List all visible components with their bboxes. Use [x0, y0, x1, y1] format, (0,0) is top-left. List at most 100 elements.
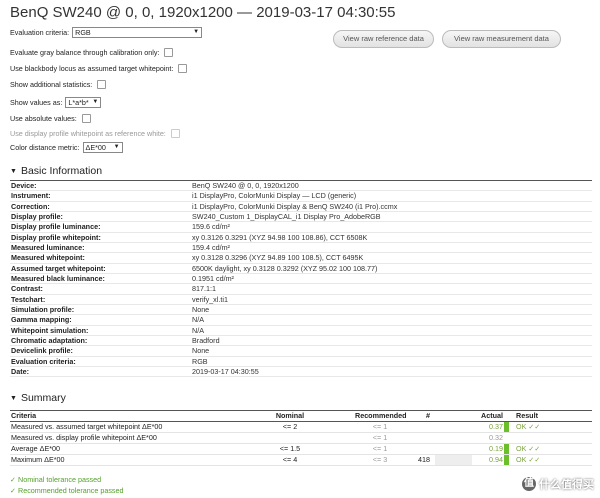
blackbody-option: Use blackbody locus as assumed target wh…	[10, 63, 188, 74]
info-value: xy 0.3128 0.3296 (XYZ 94.89 100 108.5), …	[192, 253, 364, 263]
display-profile-wp-checkbox[interactable]	[170, 129, 180, 138]
info-row: Date: 2019-03-17 04:30:55	[10, 366, 592, 378]
show-values-select[interactable]: L*a*b* ▼	[65, 97, 102, 108]
summary-heading[interactable]: ▼ Summary	[10, 392, 66, 404]
evaluation-criteria-select[interactable]: RGB ▼	[72, 27, 203, 38]
info-value: 159.4 cd/m²	[192, 242, 230, 252]
info-value: N/A	[192, 315, 204, 325]
recommended-cell: <= 1	[372, 444, 388, 453]
criteria-cell: Measured vs. display profile whitepoint …	[11, 433, 157, 442]
show-values-value: L*a*b*	[68, 98, 89, 107]
nominal-legend: ✓ Nominal tolerance passed	[10, 475, 102, 484]
chevron-down-icon: ▼	[92, 99, 99, 105]
summary-title: Summary	[20, 392, 66, 404]
info-value: verify_xl.ti1	[192, 294, 228, 304]
nominal-cell: <= 4	[282, 455, 298, 464]
result-cell: OK ✓✓	[516, 444, 541, 453]
info-row: Contrast: 817.1:1	[10, 284, 592, 295]
info-key: Gamma mapping:	[11, 315, 72, 325]
info-row: Correction: i1 DisplayPro, ColorMunki Dis…	[10, 202, 592, 212]
blackbody-checkbox[interactable]	[178, 64, 188, 73]
info-key: Display profile:	[11, 211, 63, 221]
recommended-legend: ✓ Recommended tolerance passed	[10, 486, 124, 495]
info-row: Measured black luminance: 0.1951 cd/m²	[10, 273, 592, 285]
nominal-cell: <= 1.5	[279, 444, 301, 453]
summary-row: Measured vs. display profile whitepoint …	[10, 433, 592, 444]
summary-table: Criteria Nominal Recommended # Actual Re…	[10, 410, 592, 466]
info-row: Display profile: SW240_Custom 1_DisplayCA…	[10, 211, 592, 223]
info-row: Display profile whitepoint: xy 0.3126 0.3…	[10, 233, 592, 243]
info-value: None	[192, 304, 210, 314]
info-value: 2019-03-17 04:30:55	[192, 366, 259, 376]
actual-cell: 0.19	[489, 444, 503, 453]
watermark: 值 什么值得买	[522, 476, 594, 492]
info-key: Display profile luminance:	[11, 222, 101, 232]
absolute-values-checkbox[interactable]	[81, 114, 91, 123]
summary-body: Measured vs. assumed target whitepoint Δ…	[10, 422, 592, 466]
info-key: Correction:	[11, 201, 50, 211]
info-value: 159.6 cd/m²	[192, 222, 230, 232]
chevron-down-icon: ▼	[113, 144, 120, 150]
additional-stats-option: Show additional statistics:	[10, 79, 107, 90]
info-key: Devicelink profile:	[11, 346, 73, 356]
info-key: Measured whitepoint:	[11, 253, 85, 263]
watermark-text: 什么值得买	[539, 479, 594, 491]
gray-balance-label: Evaluate gray balance through calibratio…	[10, 48, 160, 57]
info-key: Display profile whitepoint:	[11, 232, 101, 242]
color-distance-select[interactable]: ΔE*00 ▼	[82, 142, 123, 153]
result-indicator	[504, 422, 509, 432]
info-value: i1 DisplayPro, ColorMunki Display & BenQ…	[192, 201, 398, 211]
info-key: Device:	[11, 181, 37, 190]
info-value: xy 0.3126 0.3291 (XYZ 94.98 100 108.86),…	[192, 232, 368, 242]
header-criteria: Criteria	[11, 411, 37, 420]
info-row: Display profile luminance: 159.6 cd/m²	[10, 222, 592, 233]
info-row: Device: BenQ SW240 @ 0, 0, 1920x1200	[10, 181, 592, 192]
page-title: BenQ SW240 @ 0, 0, 1920x1200 — 2019-03-1…	[10, 4, 396, 21]
summary-row: Maximum ΔE*00 <= 4 <= 3 418 0.94 OK ✓✓	[10, 455, 592, 466]
criteria-cell: Measured vs. assumed target whitepoint Δ…	[11, 422, 163, 431]
info-row: Devicelink profile: None	[10, 346, 592, 357]
actual-cell: 0.94	[489, 455, 503, 464]
color-distance-label: Color distance metric:	[10, 143, 80, 152]
absolute-values-option: Use absolute values:	[10, 113, 91, 124]
info-row: Chromatic adaptation: Bradford	[10, 336, 592, 347]
info-key: Simulation profile:	[11, 304, 75, 314]
info-value: 0.1951 cd/m²	[192, 273, 234, 283]
actual-cell: 0.37	[489, 422, 503, 431]
info-row: Gamma mapping: N/A	[10, 315, 592, 326]
additional-stats-checkbox[interactable]	[97, 80, 107, 89]
info-value: 817.1:1	[192, 284, 216, 294]
view-raw-reference-button[interactable]: View raw reference data	[333, 30, 434, 48]
info-row: Measured luminance: 159.4 cd/m²	[10, 242, 592, 254]
header-result: Result	[516, 411, 538, 420]
bar-cell	[435, 433, 472, 443]
color-distance-option: Color distance metric: ΔE*00 ▼	[10, 142, 123, 153]
basic-info-table: Device: BenQ SW240 @ 0, 0, 1920x1200 Instr…	[10, 180, 592, 378]
info-row: Whitepoint simulation: N/A	[10, 326, 592, 336]
gray-balance-option: Evaluate gray balance through calibratio…	[10, 47, 174, 58]
info-key: Contrast:	[11, 284, 43, 294]
info-key: Assumed target whitepoint:	[11, 263, 106, 273]
info-value: 6500K daylight, xy 0.3128 0.3292 (XYZ 95…	[192, 263, 378, 273]
summary-row: Measured vs. assumed target whitepoint Δ…	[10, 422, 592, 433]
evaluation-criteria-label: Evaluation criteria:	[10, 28, 70, 37]
basic-info-title: Basic Information	[20, 165, 103, 177]
gray-balance-checkbox[interactable]	[164, 48, 174, 57]
basic-info-heading[interactable]: ▼ Basic Information	[10, 165, 102, 177]
criteria-cell: Maximum ΔE*00	[11, 455, 65, 464]
actual-cell: 0.32	[489, 433, 503, 442]
evaluation-criteria-option: Evaluation criteria: RGB ▼	[10, 27, 203, 38]
result-indicator	[504, 455, 509, 465]
bar-cell	[435, 455, 472, 465]
info-row: Assumed target whitepoint: 6500K daylight…	[10, 264, 592, 274]
chevron-down-icon: ▼	[193, 29, 200, 35]
bar-cell	[435, 422, 472, 432]
info-value: N/A	[192, 325, 204, 335]
info-key: Instrument:	[11, 191, 51, 201]
additional-stats-label: Show additional statistics:	[10, 80, 93, 89]
info-row: Instrument: i1 DisplayPro, ColorMunki Dis…	[10, 191, 592, 202]
info-key: Date:	[11, 366, 29, 376]
info-key: Whitepoint simulation:	[11, 325, 89, 335]
collapse-triangle-icon: ▼	[10, 394, 17, 402]
view-raw-measurement-button[interactable]: View raw measurement data	[442, 30, 561, 48]
